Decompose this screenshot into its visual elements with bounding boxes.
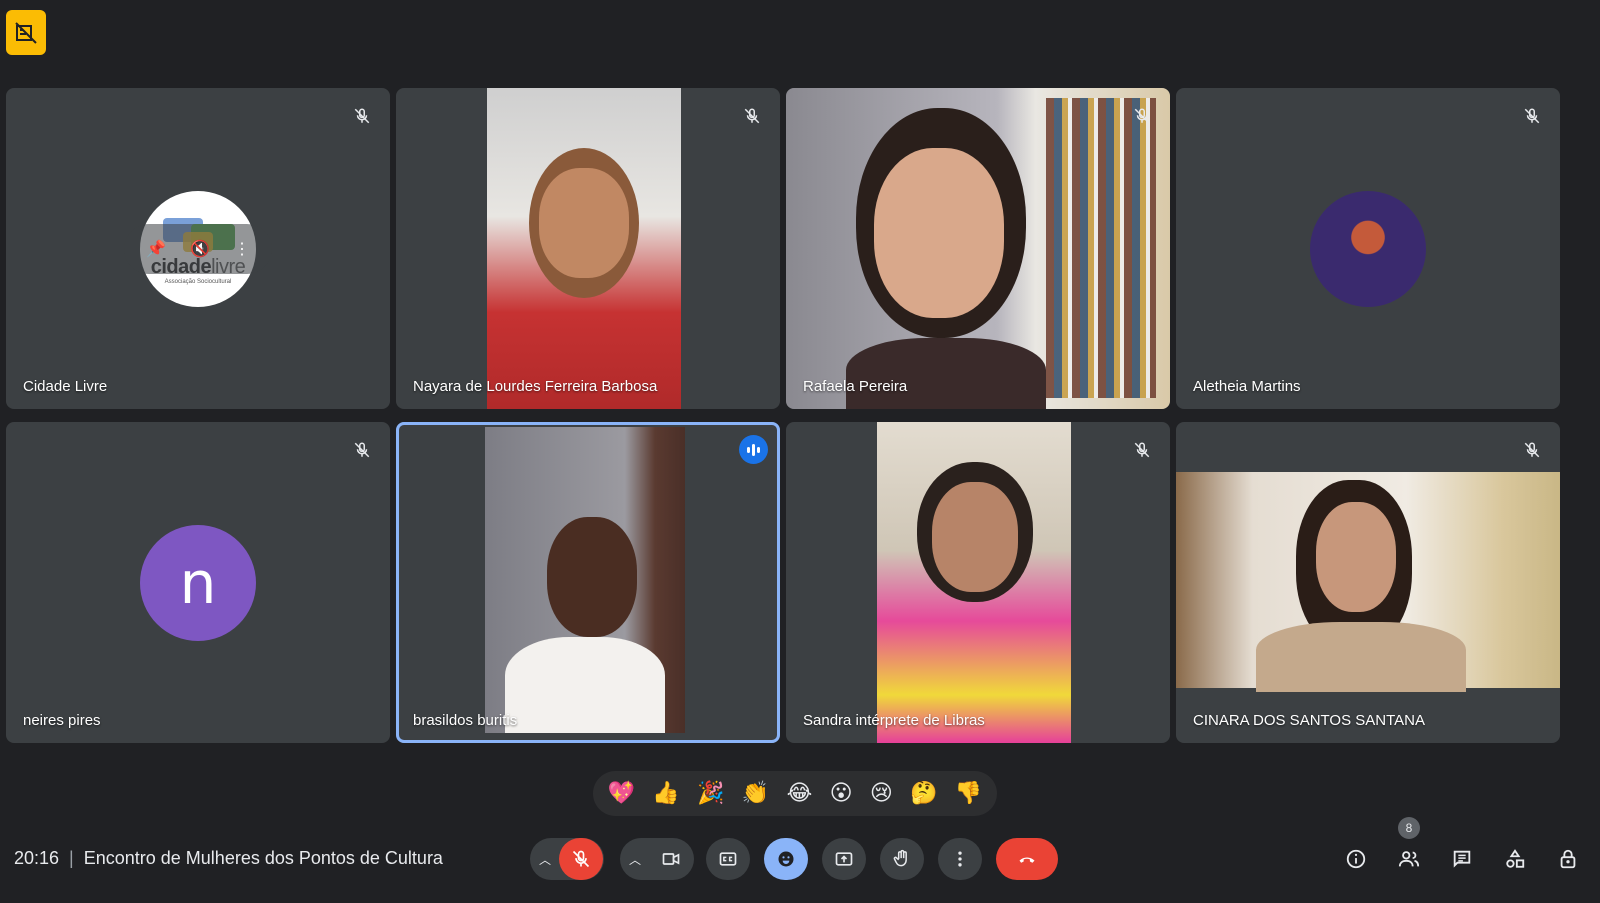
- participant-tile[interactable]: brasildos buritis: [396, 422, 780, 743]
- participant-video: [877, 422, 1071, 743]
- host-controls-button[interactable]: [1556, 847, 1580, 871]
- reaction-clapping[interactable]: 👏: [742, 782, 769, 805]
- more-options-button[interactable]: [938, 838, 982, 880]
- chat-icon: [1453, 850, 1471, 868]
- host-controls-icon: [1560, 849, 1576, 869]
- mic-off-icon: [350, 104, 374, 128]
- call-end-icon: [1019, 857, 1035, 863]
- mic-off-icon: [1130, 104, 1154, 128]
- participant-name: CINARA DOS SANTOS SANTANA: [1193, 712, 1425, 729]
- mic-off-icon: 🔇: [189, 240, 210, 258]
- raise-hand-icon: [893, 849, 907, 867]
- meeting-side-controls: 8: [1344, 817, 1580, 882]
- meta-separator: |: [69, 848, 74, 868]
- participant-video: [1176, 472, 1560, 692]
- activities-button[interactable]: [1503, 847, 1527, 871]
- participant-name: Nayara de Lourdes Ferreira Barbosa: [413, 378, 658, 395]
- mic-off-icon: [1520, 438, 1544, 462]
- reaction-sad[interactable]: 😢: [870, 782, 893, 805]
- participant-tile[interactable]: Nayara de Lourdes Ferreira Barbosa: [396, 88, 780, 409]
- info-icon: [1346, 849, 1366, 869]
- participant-tile[interactable]: n neires pires: [6, 422, 390, 743]
- mic-toggle-button[interactable]: [559, 838, 603, 880]
- meeting-details-button[interactable]: [1344, 847, 1368, 871]
- mic-control-group: ︿: [530, 838, 604, 880]
- camera-options-chevron-icon[interactable]: ︿: [621, 838, 649, 880]
- reactions-button[interactable]: [764, 838, 808, 880]
- meeting-status-badge[interactable]: [6, 10, 46, 55]
- camera-toggle-button[interactable]: [649, 838, 693, 880]
- present-screen-icon: [835, 852, 853, 866]
- reaction-party-popper[interactable]: 🎉: [697, 782, 724, 805]
- captions-button[interactable]: [706, 838, 750, 880]
- participant-name: Rafaela Pereira: [803, 378, 908, 395]
- reaction-joy[interactable]: 😂: [787, 782, 813, 805]
- more-vert-icon: [958, 851, 962, 867]
- participant-name: neires pires: [23, 712, 101, 729]
- emoji-icon: [778, 851, 794, 867]
- reaction-thumbs-up[interactable]: 👍: [652, 782, 679, 805]
- mic-off-icon: [1130, 438, 1154, 462]
- people-icon: [1398, 851, 1420, 867]
- participant-name: Sandra intérprete de Libras: [803, 712, 985, 729]
- participant-tile[interactable]: Sandra intérprete de Libras: [786, 422, 1170, 743]
- meeting-info: 20:16 | Encontro de Mulheres dos Pontos de…: [14, 848, 443, 869]
- participant-name: brasildos buritis: [413, 712, 518, 729]
- mic-options-chevron-icon[interactable]: ︿: [531, 838, 559, 880]
- reaction-surprised[interactable]: 😮: [830, 782, 853, 805]
- chat-button[interactable]: [1450, 847, 1474, 871]
- camera-control-group: ︿: [620, 838, 694, 880]
- participant-grid: cidadelivre Associação Sociocultural 📌 🔇…: [6, 88, 1584, 744]
- mic-off-icon: [740, 104, 764, 128]
- more-vert-icon[interactable]: ⋮: [234, 239, 250, 259]
- people-button[interactable]: 8: [1397, 817, 1421, 871]
- videocam-icon: [662, 853, 680, 865]
- participant-tile[interactable]: CINARA DOS SANTOS SANTANA: [1176, 422, 1560, 743]
- participant-avatar: n: [140, 524, 256, 641]
- participant-tile[interactable]: Rafaela Pereira: [786, 88, 1170, 409]
- reaction-thinking[interactable]: 🤔: [910, 782, 937, 805]
- participant-name: Cidade Livre: [23, 378, 108, 395]
- control-bar: 20:16 | Encontro de Mulheres dos Pontos de…: [0, 817, 1600, 882]
- speaking-indicator-icon: [739, 435, 768, 464]
- raise-hand-button[interactable]: [880, 838, 924, 880]
- reaction-thumbs-down[interactable]: 👎: [955, 782, 982, 805]
- closed-captions-icon: [719, 852, 737, 866]
- mic-off-icon: [572, 850, 590, 868]
- participant-count-badge: 8: [1398, 817, 1420, 839]
- reactions-bar: 💖 👍 🎉 👏 😂 😮 😢 🤔 👎: [593, 771, 997, 816]
- participant-tile[interactable]: cidadelivre Associação Sociocultural 📌 🔇…: [6, 88, 390, 409]
- mic-off-icon: [350, 438, 374, 462]
- meeting-time: 20:16: [14, 848, 60, 868]
- leave-call-button[interactable]: [996, 838, 1058, 880]
- participant-name: Aletheia Martins: [1193, 378, 1301, 395]
- reaction-sparkling-heart[interactable]: 💖: [608, 782, 635, 805]
- mic-off-icon: [1520, 104, 1544, 128]
- participant-video: [485, 427, 685, 733]
- meeting-title: Encontro de Mulheres dos Pontos de Cultu…: [83, 848, 443, 868]
- tile-hover-controls: 📌 🔇 ⋮: [124, 223, 272, 274]
- participant-tile[interactable]: Aletheia Martins: [1176, 88, 1560, 409]
- present-button[interactable]: [822, 838, 866, 880]
- no-recording-icon: [15, 21, 37, 44]
- activities-icon: [1506, 849, 1525, 868]
- pin-icon[interactable]: 📌: [146, 239, 166, 259]
- participant-video: [487, 88, 681, 409]
- participant-avatar: [1310, 190, 1426, 307]
- participant-video: [786, 88, 1170, 409]
